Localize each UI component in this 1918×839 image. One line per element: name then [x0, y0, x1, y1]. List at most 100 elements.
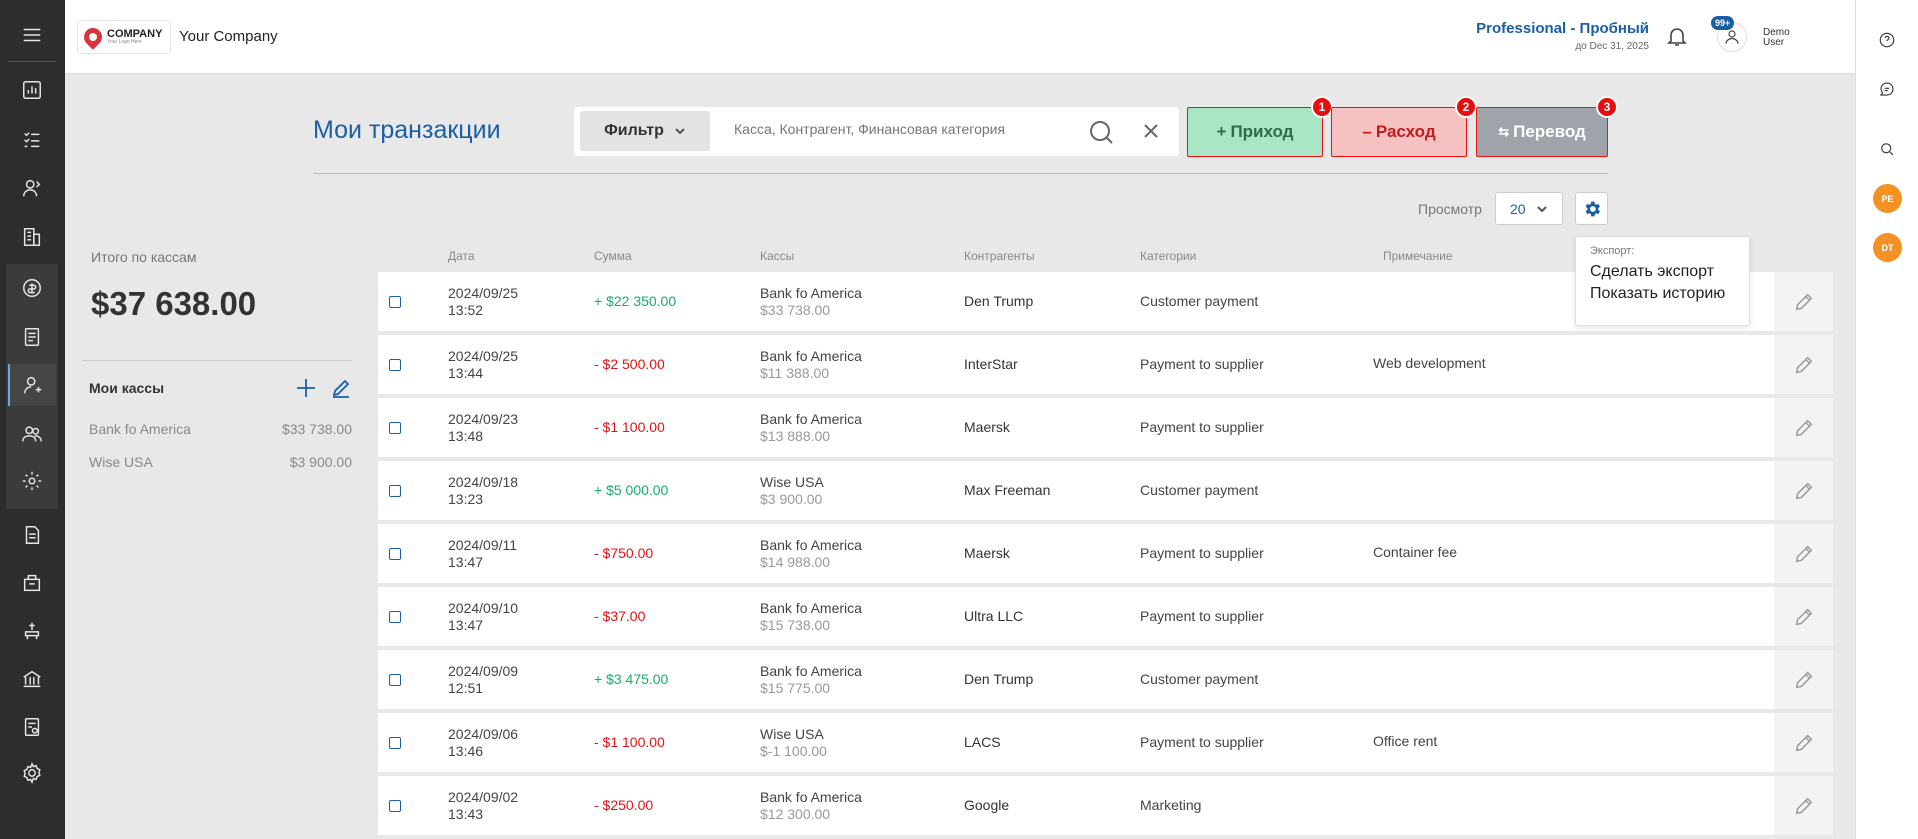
company-logo[interactable]: COMPANY Your Logo Here [77, 20, 171, 54]
plan-title[interactable]: Professional - Пробный [1476, 20, 1649, 37]
notifications-bell-icon[interactable] [1665, 24, 1691, 50]
finance-settings-icon[interactable] [8, 460, 56, 502]
inventory-box-icon[interactable] [8, 562, 56, 604]
bank-institution-icon[interactable] [8, 658, 56, 700]
column-header-counterparties[interactable]: Контрагенты [964, 249, 1035, 263]
minus-icon: – [1362, 122, 1372, 141]
cashboxes-title: Мои кассы [89, 380, 165, 396]
add-transfer-button[interactable]: ⇆ Перевод 3 [1476, 96, 1618, 157]
clear-close-icon[interactable] [1142, 122, 1160, 140]
row-edit-button[interactable] [1774, 461, 1833, 520]
row-edit-button[interactable] [1774, 524, 1833, 583]
production-tool-icon[interactable] [8, 610, 56, 652]
add-cashbox-plus-icon[interactable] [295, 377, 317, 399]
settings-gear-icon[interactable] [8, 752, 56, 794]
row-edit-button[interactable] [1774, 398, 1833, 457]
user-name[interactable]: Demo User [1763, 28, 1803, 48]
row-counterparty: Maersk [964, 419, 1010, 435]
top-header: COMPANY Your Logo Here Your Company Prof… [65, 0, 1855, 74]
row-checkbox[interactable] [389, 485, 401, 497]
logo-pin-icon [80, 24, 106, 50]
row-account: Bank fo America $14 988.00 [760, 537, 862, 571]
table-row[interactable]: 2024/09/10 13:47 - $37.00 Bank fo America $1… [378, 587, 1833, 646]
row-checkbox[interactable] [389, 737, 401, 749]
row-checkbox[interactable] [389, 359, 401, 371]
table-settings-button[interactable] [1575, 192, 1608, 225]
reports-document-icon[interactable] [8, 514, 56, 556]
company-building-icon[interactable] [8, 216, 56, 258]
search-input[interactable] [734, 121, 1064, 137]
row-checkbox[interactable] [389, 674, 401, 686]
row-datetime: 2024/09/23 13:48 [448, 411, 518, 445]
cashbox-item[interactable]: Bank fo America $33 738.00 [89, 421, 352, 437]
menu-hamburger-icon[interactable] [8, 14, 56, 56]
column-header-date[interactable]: Дата [448, 249, 475, 263]
chat-bubble-icon[interactable] [1876, 78, 1898, 100]
export-menu-item[interactable]: Сделать экспорт [1590, 263, 1735, 281]
transactions-user-icon[interactable] [8, 364, 56, 406]
row-checkbox[interactable] [389, 611, 401, 623]
table-row[interactable]: 2024/09/11 13:47 - $750.00 Bank fo America $… [378, 524, 1833, 583]
row-edit-button[interactable] [1774, 587, 1833, 646]
row-datetime: 2024/09/02 13:43 [448, 789, 518, 823]
row-counterparty: Maersk [964, 545, 1010, 561]
table-row[interactable]: 2024/09/23 13:48 - $1 100.00 Bank fo Americ… [378, 398, 1833, 457]
tasks-list-icon[interactable] [8, 118, 56, 160]
row-time: 13:48 [448, 428, 484, 444]
table-row[interactable]: 2024/09/25 13:44 - $2 500.00 Bank fo Americ… [378, 335, 1833, 394]
row-checkbox[interactable] [389, 296, 401, 308]
row-counterparty: Max Freeman [964, 482, 1051, 498]
row-account: Bank fo America $12 300.00 [760, 789, 862, 823]
row-date: 2024/09/09 [448, 663, 519, 679]
avatar-pe[interactable]: PE [1873, 184, 1902, 213]
summary-divider [82, 360, 352, 361]
filter-dropdown-button[interactable]: Фильтр [580, 111, 710, 151]
column-header-amount[interactable]: Сумма [594, 249, 632, 263]
row-date: 2024/09/02 [448, 789, 519, 805]
history-menu-item[interactable]: Показать историю [1590, 285, 1735, 303]
row-edit-button[interactable] [1774, 650, 1833, 709]
page-title: Мои транзакции [313, 116, 501, 144]
row-edit-button[interactable] [1774, 335, 1833, 394]
total-value: $37 638.00 [91, 285, 257, 322]
pencil-icon [1795, 608, 1812, 625]
add-income-button[interactable]: + Приход 1 [1187, 96, 1333, 157]
income-label: Приход [1230, 122, 1294, 141]
row-checkbox[interactable] [389, 422, 401, 434]
pencil-icon [1795, 482, 1812, 499]
row-counterparty: Den Trump [964, 293, 1034, 309]
invoices-document-icon[interactable] [8, 316, 56, 358]
help-question-icon[interactable] [1876, 29, 1898, 51]
row-amount: - $37.00 [594, 608, 646, 624]
row-category: Customer payment [1140, 293, 1259, 309]
table-row[interactable]: 2024/09/02 13:43 - $250.00 Bank fo America $… [378, 776, 1833, 835]
add-expense-button[interactable]: – Расход 2 [1331, 96, 1477, 157]
avatar-dt[interactable]: DT [1873, 233, 1902, 262]
table-row[interactable]: 2024/09/09 12:51 + $3 475.00 Bank fo Americ… [378, 650, 1833, 709]
chevron-down-icon [1536, 205, 1547, 212]
header-divider [313, 173, 1608, 174]
row-note: Web development [1373, 355, 1486, 371]
finance-cycle-icon[interactable] [8, 267, 56, 309]
row-checkbox[interactable] [389, 548, 401, 560]
table-row[interactable]: 2024/09/18 13:23 + $5 000.00 Wise USA $3 900… [378, 461, 1833, 520]
column-header-accounts[interactable]: Кассы [760, 249, 794, 263]
contacts-icon[interactable] [8, 167, 56, 209]
page-size-select[interactable]: 20 [1495, 192, 1563, 225]
dashboard-chart-icon[interactable] [8, 69, 56, 111]
row-edit-button[interactable] [1774, 776, 1833, 835]
row-category: Payment to supplier [1140, 356, 1264, 372]
row-edit-button[interactable] [1774, 272, 1833, 331]
team-users-icon[interactable] [8, 413, 56, 455]
column-header-categories[interactable]: Категории [1140, 249, 1196, 263]
edit-cashbox-pencil-icon[interactable] [331, 378, 351, 398]
column-header-note[interactable]: Примечание [1383, 249, 1452, 263]
search-icon[interactable] [1088, 119, 1114, 145]
cashbox-item[interactable]: Wise USA $3 900.00 [89, 454, 352, 470]
row-edit-button[interactable] [1774, 713, 1833, 772]
tax-document-icon[interactable] [8, 706, 56, 748]
row-checkbox[interactable] [389, 800, 401, 812]
row-account-name: Wise USA [760, 726, 824, 742]
table-row[interactable]: 2024/09/06 13:46 - $1 100.00 Wise USA $-1 10… [378, 713, 1833, 772]
search-icon[interactable] [1876, 138, 1898, 160]
